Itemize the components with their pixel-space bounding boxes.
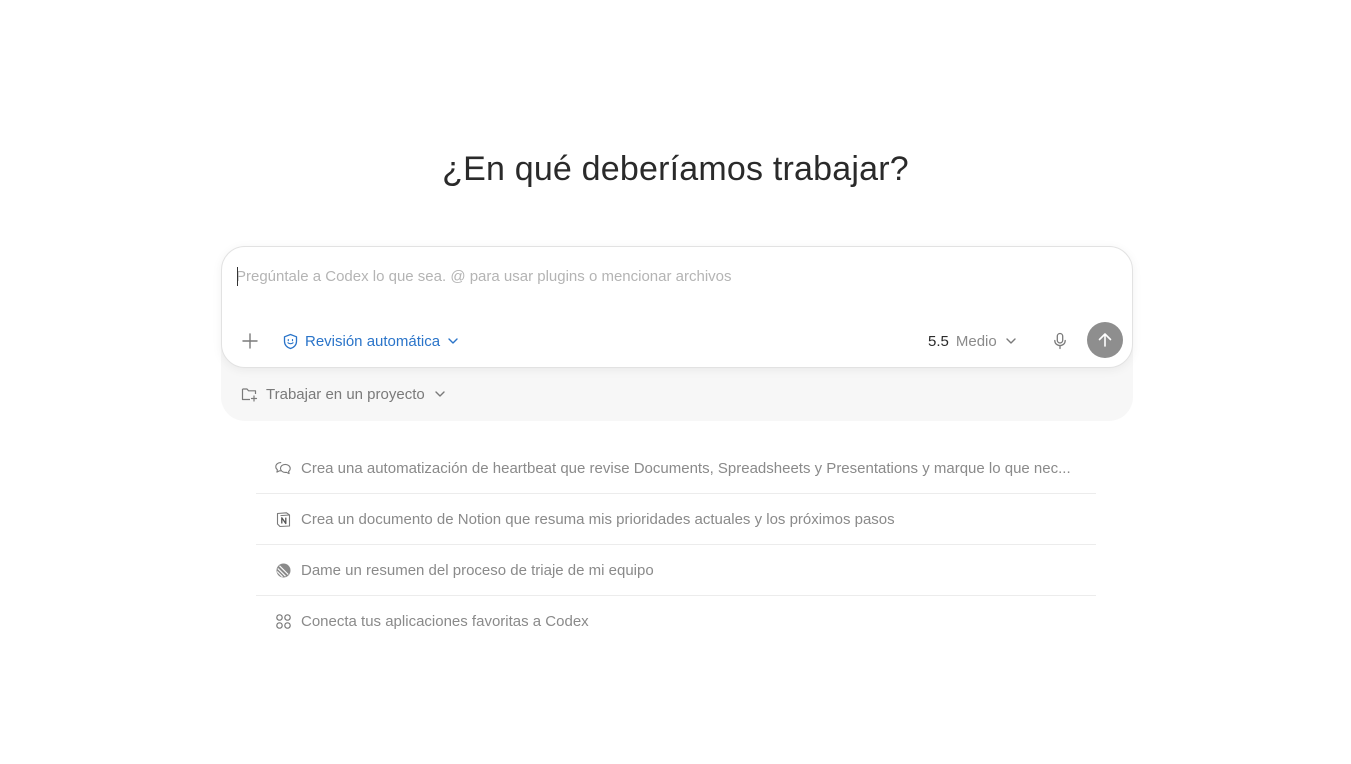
suggestion-item[interactable]: Dame un resumen del proceso de triaje de… (256, 545, 1096, 596)
arrow-up-icon (1098, 333, 1112, 347)
work-in-project-label: Trabajar en un proyecto (266, 385, 425, 403)
chevron-down-icon (448, 338, 458, 344)
work-in-project-dropdown[interactable]: Trabajar en un proyecto (241, 383, 447, 405)
model-version: 5.5 (928, 332, 949, 350)
suggestion-text: Conecta tus aplicaciones favoritas a Cod… (301, 613, 589, 630)
folder-plus-icon (241, 388, 258, 402)
model-selector[interactable]: 5.5 Medio (928, 329, 1018, 353)
apps-grid-icon (274, 613, 292, 631)
microphone-button[interactable] (1046, 327, 1074, 355)
page: ¿En qué deberíamos trabajar? Revisión au… (0, 0, 1351, 764)
microphone-icon (1054, 332, 1066, 350)
suggestion-item[interactable]: Crea una automatización de heartbeat que… (256, 443, 1096, 494)
linear-icon (274, 561, 292, 579)
composer-container: Revisión automática 5.5 Medio (221, 246, 1133, 421)
chevron-down-icon (1006, 338, 1016, 344)
suggestion-list: Crea una automatización de heartbeat que… (256, 443, 1096, 647)
chat-bubbles-icon (274, 459, 292, 477)
suggestion-item[interactable]: Crea un documento de Notion que resuma m… (256, 494, 1096, 545)
shield-icon (283, 333, 298, 349)
plus-icon (242, 333, 258, 349)
text-caret (237, 267, 238, 286)
composer: Revisión automática 5.5 Medio (221, 246, 1133, 368)
suggestion-item[interactable]: Conecta tus aplicaciones favoritas a Cod… (256, 596, 1096, 647)
chevron-down-icon (435, 391, 445, 397)
add-attachment-button[interactable] (236, 327, 264, 355)
model-effort: Medio (955, 332, 997, 350)
notion-icon (274, 510, 292, 528)
suggestion-text: Crea un documento de Notion que resuma m… (301, 510, 895, 528)
prompt-input[interactable] (236, 263, 1096, 289)
send-button[interactable] (1087, 322, 1123, 358)
suggestion-text: Crea una automatización de heartbeat que… (301, 459, 1071, 477)
suggestion-text: Dame un resumen del proceso de triaje de… (301, 561, 654, 579)
auto-review-dropdown[interactable]: Revisión automática (282, 329, 460, 353)
auto-review-label: Revisión automática (305, 332, 441, 350)
page-title: ¿En qué deberíamos trabajar? (442, 150, 909, 188)
